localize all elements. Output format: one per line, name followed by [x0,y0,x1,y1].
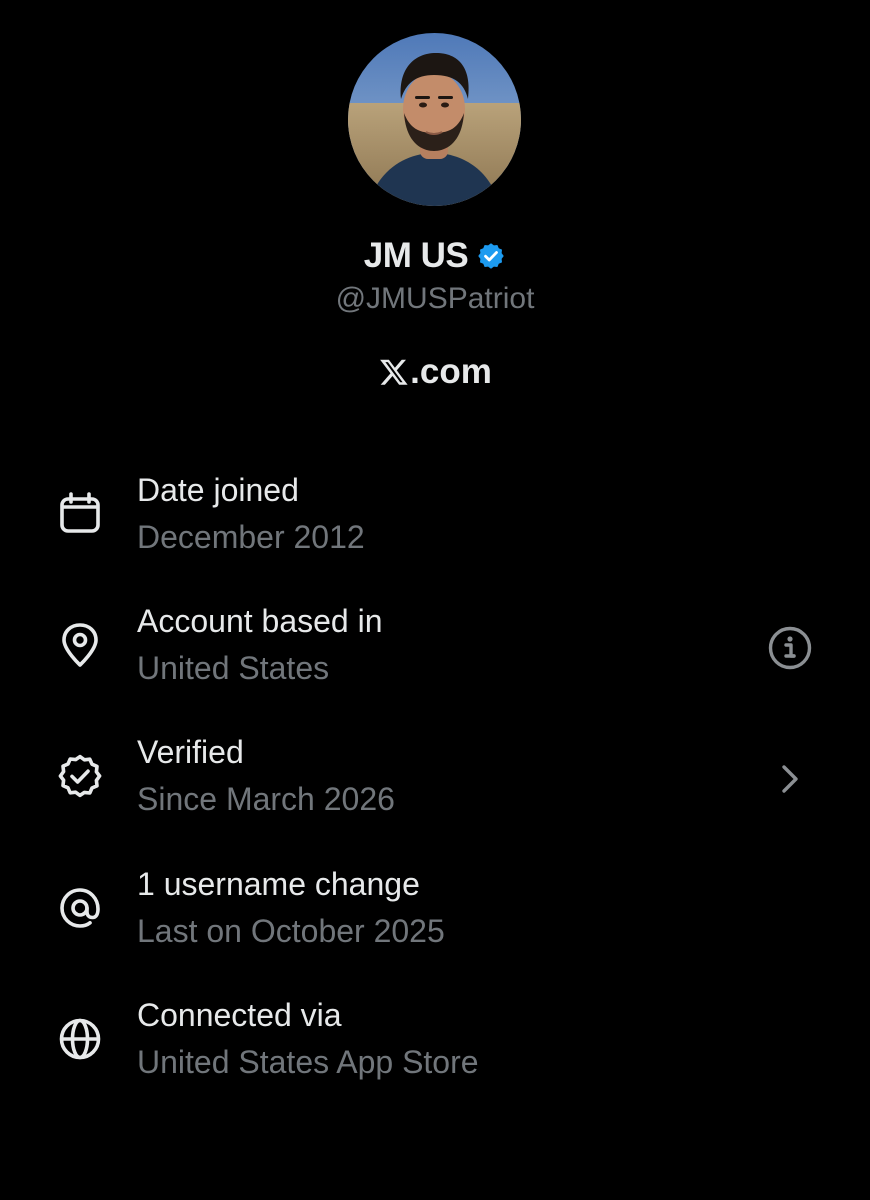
profile-handle: @JMUSPatriot [335,282,535,315]
row-subtitle: United States App Store [137,1044,479,1080]
row-account-based-in: Account based in United States [0,603,870,713]
row-date-joined: Date joined December 2012 [0,472,870,582]
site-link[interactable]: .com [0,348,870,396]
calendar-icon [56,490,104,538]
row-connected-via: Connected via United States App Store [0,997,870,1107]
verified-outline-icon [56,752,104,800]
chevron-right-icon[interactable] [765,754,815,804]
row-verified[interactable]: Verified Since March 2026 [0,734,870,844]
verified-badge-icon [476,241,506,271]
row-title: Account based in [137,603,383,639]
row-title: 1 username change [137,866,420,902]
row-username-change: 1 username change Last on October 2025 [0,866,870,976]
row-subtitle: Last on October 2025 [137,913,445,949]
row-title: Verified [137,734,244,770]
row-subtitle: United States [137,650,330,686]
site-label: .com [410,352,492,391]
row-subtitle: Since March 2026 [137,781,395,817]
location-pin-icon [56,621,104,669]
globe-icon [56,1015,104,1063]
profile-name: JM US [363,236,469,275]
profile-name-row: JM US [0,232,870,280]
row-subtitle: December 2012 [137,519,365,555]
row-title: Connected via [137,997,342,1033]
info-icon[interactable] [765,623,815,673]
avatar [348,33,521,206]
row-title: Date joined [137,472,299,508]
x-logo-icon [378,357,410,387]
at-sign-icon [56,884,104,932]
